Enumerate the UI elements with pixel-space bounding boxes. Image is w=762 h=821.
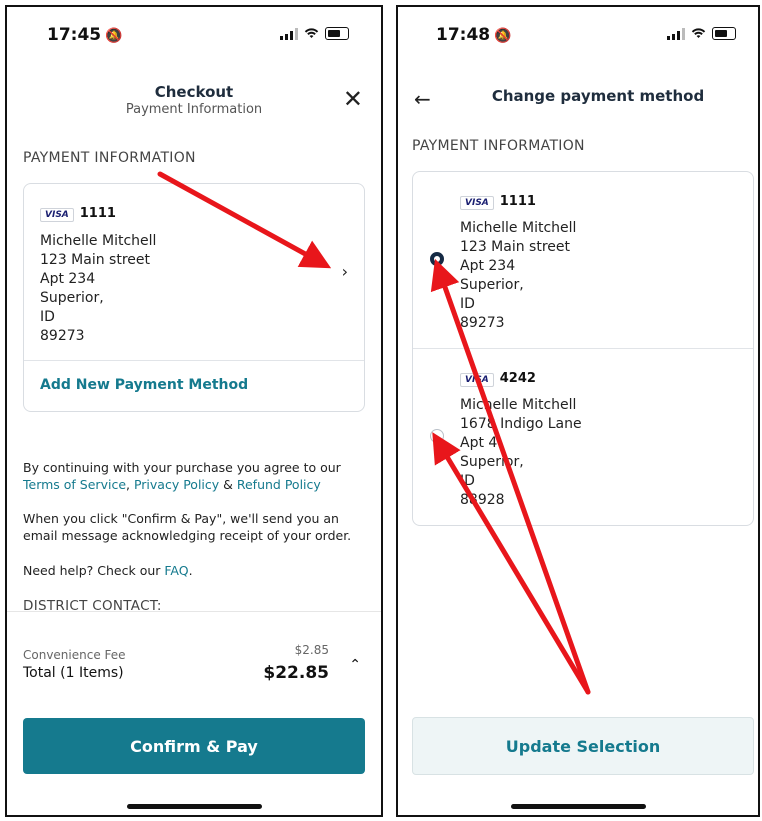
status-time: 17:45 🔕 [47, 25, 123, 45]
signal-icon [667, 27, 685, 40]
terms-text: By continuing with your purchase you agr… [23, 460, 341, 492]
card-divider [24, 360, 364, 361]
status-time: 17:48 🔕 [436, 25, 512, 45]
chevron-up-icon[interactable]: ⌃ [349, 657, 361, 673]
section-label: PAYMENT INFORMATION [23, 150, 196, 166]
address-line: 1678 Indigo Lane [460, 416, 582, 432]
address-line: Superior, [40, 290, 104, 306]
convenience-fee-label: Convenience Fee [23, 648, 126, 662]
footer-divider [7, 611, 381, 612]
checkout-screen: 17:45 🔕 Checkout Payment Information ✕ PA… [5, 5, 383, 817]
wifi-icon [691, 28, 706, 38]
card-brand-row: VISA 1111 [460, 190, 536, 210]
page-subtitle: Payment Information [125, 102, 263, 117]
help-text: Need help? Check our FAQ. [23, 563, 193, 578]
faq-link[interactable]: FAQ [164, 563, 188, 578]
address-line: Michelle Mitchell [460, 397, 577, 413]
address-line: Michelle Mitchell [460, 220, 577, 236]
card-brand-row: VISA 4242 [460, 367, 536, 387]
payment-method-option[interactable]: VISA 4242 Michelle Mitchell 1678 Indigo L… [413, 349, 753, 525]
address-line: ID [40, 309, 55, 325]
address-line: 123 Main street [460, 239, 570, 255]
radio-selected[interactable] [430, 252, 444, 266]
chevron-right-icon[interactable]: › [342, 262, 348, 281]
payment-method-option[interactable]: VISA 1111 Michelle Mitchell 123 Main stre… [413, 172, 753, 348]
battery-icon [712, 27, 736, 40]
card-last4: 4242 [499, 371, 536, 386]
email-notice-text: When you click "Confirm & Pay", we'll se… [23, 511, 352, 543]
terms-of-service-link[interactable]: Terms of Service [23, 477, 126, 492]
visa-logo-icon: VISA [40, 208, 74, 222]
system-icons [667, 27, 736, 40]
address-line: Michelle Mitchell [40, 233, 157, 249]
address-line: Superior, [460, 454, 524, 470]
home-indicator[interactable] [127, 804, 262, 809]
radio-unselected[interactable] [430, 429, 444, 443]
change-payment-screen: 17:48 🔕 ← Change payment method PAYMENT I… [396, 5, 760, 817]
total-label: Total (1 Items) [23, 665, 124, 681]
address-line: Superior, [460, 277, 524, 293]
address-line: Apt 4 [460, 435, 498, 451]
close-icon[interactable]: ✕ [343, 87, 363, 111]
address-line: ID [460, 473, 475, 489]
system-icons [280, 27, 349, 40]
status-bar: 17:48 🔕 [398, 7, 758, 57]
billing-address: Michelle Mitchell 123 Main street Apt 23… [40, 232, 156, 346]
billing-address: Michelle Mitchell 1678 Indigo Lane Apt 4… [460, 396, 582, 510]
add-payment-method-link[interactable]: Add New Payment Method [40, 377, 248, 393]
convenience-fee-amount: $2.85 [294, 643, 329, 657]
address-line: 89273 [460, 315, 505, 331]
payment-methods-list: VISA 1111 Michelle Mitchell 123 Main stre… [412, 171, 754, 526]
wifi-icon [304, 28, 319, 38]
muted-bell-icon: 🔕 [105, 28, 123, 44]
back-arrow-icon[interactable]: ← [414, 87, 431, 111]
home-indicator[interactable] [511, 804, 646, 809]
card-last4: 1111 [79, 206, 116, 221]
address-line: Apt 234 [40, 271, 96, 287]
section-label: PAYMENT INFORMATION [412, 138, 585, 154]
address-line: 88928 [460, 492, 505, 508]
address-line: 123 Main street [40, 252, 150, 268]
signal-icon [280, 27, 298, 40]
card-last4: 1111 [499, 194, 536, 209]
status-bar: 17:45 🔕 [7, 7, 381, 57]
confirm-pay-button[interactable]: Confirm & Pay [23, 718, 365, 774]
card-brand-row: VISA 1111 [40, 202, 116, 222]
page-title: Checkout [154, 83, 234, 101]
address-line: Apt 234 [460, 258, 516, 274]
total-amount: $22.85 [263, 663, 329, 683]
update-selection-button[interactable]: Update Selection [412, 717, 754, 775]
billing-address: Michelle Mitchell 123 Main street Apt 23… [460, 219, 576, 333]
battery-icon [325, 27, 349, 40]
page-title: Change payment method [491, 87, 705, 105]
visa-logo-icon: VISA [460, 373, 494, 387]
refund-policy-link[interactable]: Refund Policy [237, 477, 321, 492]
payment-card[interactable]: VISA 1111 Michelle Mitchell 123 Main stre… [23, 183, 365, 412]
muted-bell-icon: 🔕 [494, 28, 512, 44]
address-line: 89273 [40, 328, 85, 344]
privacy-policy-link[interactable]: Privacy Policy [134, 477, 219, 492]
visa-logo-icon: VISA [460, 196, 494, 210]
address-line: ID [460, 296, 475, 312]
